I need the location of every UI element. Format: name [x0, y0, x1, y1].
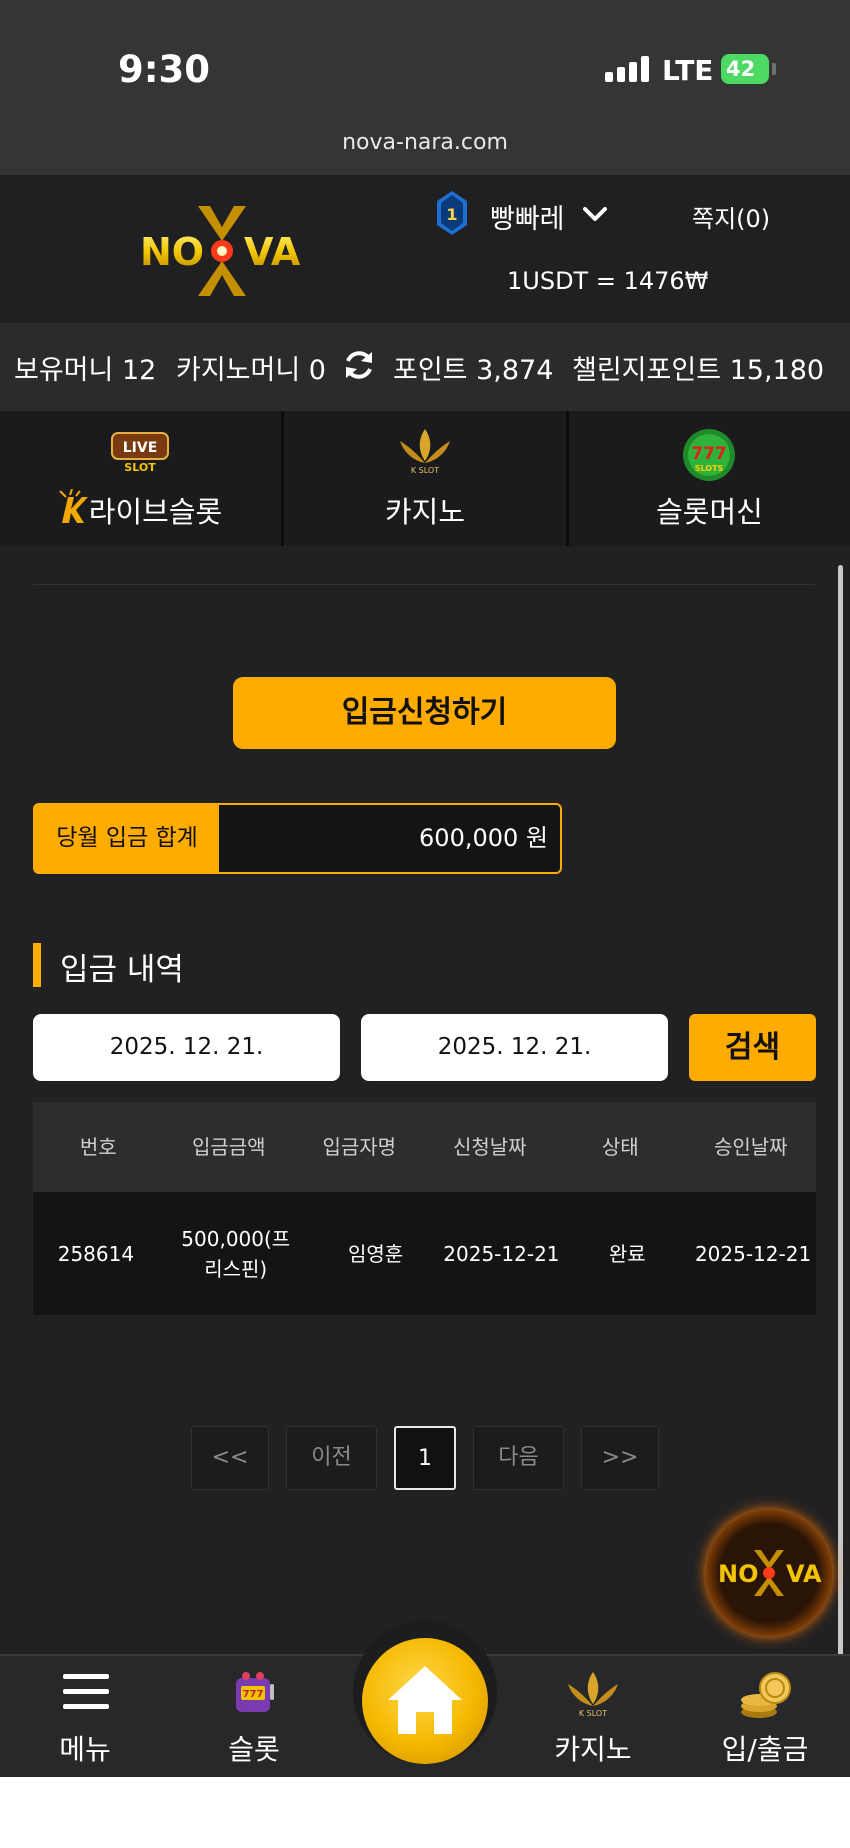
messages-link[interactable]: 쪽지(0) — [692, 199, 770, 234]
pagination-current[interactable]: 1 — [394, 1426, 456, 1490]
nav-label: 입/출금 — [721, 1733, 809, 1766]
nav-deposit-withdraw[interactable]: 입/출금 — [690, 1670, 840, 1770]
section-accent-bar — [33, 943, 41, 987]
deposit-page: 입금신청하기 당월 입금 합계 600,000 원 입금 내역 2025. 12… — [0, 546, 850, 1654]
deposit-request-button[interactable]: 입금신청하기 — [233, 677, 616, 749]
deposit-history-table: 번호 입금금액 입금자명 신청날짜 상태 승인날짜 258614 500,000… — [33, 1102, 816, 1315]
category-label: 라이브슬롯 — [88, 495, 223, 529]
search-button[interactable]: 검색 — [689, 1014, 816, 1081]
network-label: LTE — [662, 54, 714, 87]
table-cell: 2025-12-21 — [694, 1241, 812, 1266]
category-nav: LIVE SLOT 라이브슬롯 K SLOT 카지노 777 SLOTS 슬롯머… — [0, 411, 850, 546]
nav-menu[interactable]: 메뉴 — [10, 1670, 160, 1770]
scrollbar[interactable] — [838, 565, 843, 1715]
svg-text:777: 777 — [691, 444, 727, 464]
hamburger-icon — [63, 1674, 109, 1709]
battery-icon: 42 — [721, 54, 769, 84]
home-icon — [388, 1666, 462, 1734]
live-slot-icon: LIVE SLOT — [111, 432, 169, 473]
category-casino[interactable]: K SLOT 카지노 — [284, 411, 566, 546]
nav-label: 카지노 — [554, 1733, 632, 1766]
monthly-deposit-total: 당월 입금 합계 600,000 원 — [33, 803, 562, 874]
clock: 9:30 — [118, 48, 211, 91]
column-header: 신청날짜 — [452, 1135, 527, 1159]
svg-text:K SLOT: K SLOT — [411, 466, 439, 475]
777-slots-icon: 777 SLOTS — [683, 429, 735, 481]
category-slot-machine[interactable]: 777 SLOTS 슬롯머신 — [569, 411, 850, 546]
challenge-points-balance: 챌린지포인트 15,180 — [572, 355, 825, 386]
site-header: NO VA 1 빵빠레 쪽지(0) 1USDT = 1476₩ — [0, 175, 850, 323]
column-header: 번호 — [79, 1135, 117, 1159]
signal-icon — [605, 56, 649, 82]
svg-text:LIVE: LIVE — [123, 440, 158, 456]
category-live-slot[interactable]: LIVE SLOT 라이브슬롯 — [0, 411, 281, 546]
nav-label: 슬롯 — [228, 1733, 280, 1766]
refresh-icon[interactable] — [342, 348, 376, 382]
svg-text:VA: VA — [244, 230, 301, 274]
table-cell: 258614 — [57, 1241, 135, 1266]
section-title: 입금 내역 — [60, 952, 184, 988]
slot-machine-icon: 777 — [236, 1672, 274, 1712]
balance-bar: 보유머니 12 카지노머니 0 포인트 3,874 챌린지포인트 15,180 — [0, 323, 850, 411]
pagination-first[interactable]: << — [191, 1426, 269, 1490]
casino-money-balance: 카지노머니 0 — [176, 355, 326, 386]
monthly-total-value: 600,000 원 — [419, 824, 548, 852]
table-header: 번호 입금금액 입금자명 신청날짜 상태 승인날짜 — [33, 1102, 816, 1192]
divider — [33, 584, 815, 585]
nova-logo: NO VA — [718, 1550, 822, 1596]
column-header: 승인날짜 — [713, 1135, 788, 1159]
svg-text:NO: NO — [718, 1560, 759, 1588]
pagination-last[interactable]: >> — [581, 1426, 659, 1490]
coins-icon — [741, 1672, 791, 1718]
svg-text:777: 777 — [243, 1689, 264, 1700]
table-row[interactable]: 258614 500,000(프리스핀) 임영훈 2025-12-21 완료 2… — [33, 1192, 816, 1315]
table-cell: 완료 — [608, 1241, 646, 1266]
username-dropdown[interactable]: 빵빠레 — [490, 197, 565, 236]
svg-text:SLOT: SLOT — [124, 461, 156, 473]
column-header: 상태 — [601, 1135, 639, 1159]
k-slot-lotus-icon: K SLOT — [400, 429, 450, 475]
floating-nova-button[interactable]: NO VA — [706, 1510, 832, 1636]
nav-label: 메뉴 — [59, 1733, 111, 1766]
svg-text:NO: NO — [140, 230, 204, 274]
k-slot-lotus-icon: K SLOT — [568, 1672, 618, 1718]
rank-number: 1 — [446, 205, 457, 224]
rank-badge-icon: 1 — [437, 191, 467, 235]
date-from-input[interactable]: 2025. 12. 21. — [33, 1014, 340, 1081]
column-header: 입금자명 — [322, 1135, 397, 1159]
url-bar[interactable]: nova-nara.com — [0, 130, 850, 155]
table-cell: 500,000(프리스핀) — [181, 1226, 291, 1281]
svg-text:SLOTS: SLOTS — [695, 464, 724, 473]
monthly-total-label: 당월 입금 합계 — [35, 805, 219, 872]
chevron-down-icon[interactable] — [580, 199, 610, 229]
battery-level: 42 — [726, 57, 756, 81]
category-label: 슬롯머신 — [656, 495, 763, 529]
table-cell: 임영훈 — [347, 1241, 404, 1266]
money-balance: 보유머니 12 — [14, 355, 157, 386]
exchange-rate: 1USDT = 1476₩ — [507, 267, 709, 295]
home-button[interactable] — [362, 1638, 488, 1764]
nav-slot[interactable]: 777 슬롯 — [179, 1670, 329, 1770]
pagination-next[interactable]: 다음 — [473, 1426, 564, 1490]
points-balance: 포인트 3,874 — [393, 355, 554, 386]
pagination-prev[interactable]: 이전 — [286, 1426, 377, 1490]
page-bottom-area — [0, 1777, 850, 1848]
category-label: 카지노 — [384, 495, 466, 529]
status-bar: 9:30 LTE 42 nova-nara.com — [0, 0, 850, 175]
nova-logo[interactable]: NO VA — [138, 201, 306, 301]
battery-tip — [772, 63, 776, 75]
svg-text:VA: VA — [786, 1560, 822, 1588]
nav-casino[interactable]: K SLOT 카지노 — [518, 1670, 668, 1770]
svg-text:K SLOT: K SLOT — [579, 1709, 607, 1718]
date-to-input[interactable]: 2025. 12. 21. — [361, 1014, 668, 1081]
column-header: 입금금액 — [191, 1135, 266, 1159]
table-cell: 2025-12-21 — [443, 1241, 560, 1266]
